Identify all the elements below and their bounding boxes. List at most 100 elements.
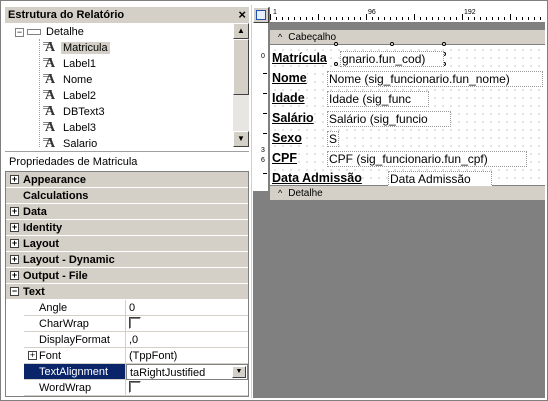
panel-splitter[interactable] [250, 5, 252, 398]
checkbox[interactable] [129, 317, 141, 330]
selection-handle[interactable] [442, 42, 446, 46]
expand-icon[interactable]: + [10, 223, 19, 232]
field-dbtext[interactable]: Nome (sig_funcionario.fun_nome) [327, 71, 543, 87]
ruler-mark: 3 [261, 147, 265, 154]
property-category[interactable]: − Text [6, 284, 248, 300]
property-value[interactable]: 0 [126, 300, 248, 316]
expand-icon[interactable]: + [10, 207, 19, 216]
ruler-tick [510, 14, 511, 20]
field-label[interactable]: Nome [272, 71, 307, 85]
property-value[interactable] [126, 380, 248, 396]
ruler-mark: 0 [261, 53, 265, 60]
collapse-icon[interactable]: − [10, 287, 19, 296]
ruler-tick [540, 17, 541, 20]
scroll-up-icon[interactable]: ▲ [233, 23, 249, 39]
tree-item[interactable]: A Label1 [43, 56, 98, 72]
ruler-tick [276, 17, 277, 20]
ruler-tick [324, 17, 325, 20]
ruler-tick [354, 17, 355, 20]
ruler-tick [426, 17, 427, 20]
tree-item[interactable]: A Salario [43, 136, 99, 147]
property-row[interactable]: Angle 0 [6, 300, 248, 316]
property-name: Angle [24, 300, 126, 316]
field-label[interactable]: Matrícula [272, 51, 327, 65]
tree-item-label: Label3 [63, 122, 97, 134]
expand-icon[interactable]: + [10, 271, 19, 280]
property-category[interactable]: + Data [6, 204, 248, 220]
tree-connector [39, 39, 40, 147]
field-label[interactable]: Sexo [272, 131, 302, 145]
vertical-ruler: 0 3 6 [253, 23, 269, 191]
scroll-down-icon[interactable]: ▼ [233, 131, 249, 147]
close-icon[interactable]: × [238, 7, 246, 22]
field-dbtext[interactable]: S [327, 131, 339, 147]
dropdown-arrow-icon[interactable]: ▼ [232, 366, 246, 378]
property-category[interactable]: + Output - File [6, 268, 248, 284]
ruler-tick [282, 17, 283, 20]
property-row[interactable]: WordWrap [6, 380, 248, 396]
property-name: TextAlignment [24, 364, 126, 380]
ruler-tick [312, 17, 313, 20]
property-category[interactable]: Calculations [6, 188, 248, 204]
tree-node-detalhe[interactable]: Detalhe [27, 24, 86, 40]
ruler-mark: 1 [273, 9, 277, 16]
collapse-icon[interactable]: − [15, 28, 24, 37]
tree-item[interactable]: A DBText3 [43, 104, 107, 120]
property-row[interactable]: TextAlignment taRightJustified ▼ [6, 364, 248, 380]
ruler-tick [300, 17, 301, 20]
field-dbtext[interactable]: CPF (sig_funcionario.fun_cpf) [327, 151, 527, 167]
band-icon [27, 29, 41, 36]
ruler-tick [294, 17, 295, 20]
ruler-tick [432, 17, 433, 20]
field-label[interactable]: Idade [272, 91, 305, 105]
property-category-label: Layout [23, 238, 60, 250]
band-header-cabecalho[interactable]: ^ Cabeçalho [270, 30, 545, 44]
scroll-thumb[interactable] [233, 39, 249, 95]
report-structure-title-text: Estrutura do Relatório [8, 9, 125, 21]
property-row[interactable]: CharWrap [6, 316, 248, 332]
structure-scrollbar[interactable]: ▲ ▼ [233, 23, 249, 147]
ruler-tick [378, 17, 379, 20]
ruler-tick [263, 133, 267, 134]
field-label[interactable]: Salário [272, 111, 314, 125]
field-dbtext[interactable]: Salário (sig_funcio [327, 111, 451, 127]
tree-item[interactable]: A Label3 [43, 120, 98, 136]
ruler-tick [414, 14, 415, 20]
selection-handle[interactable] [334, 62, 338, 66]
property-value[interactable]: taRightJustified ▼ [126, 364, 248, 380]
property-row[interactable]: DisplayFormat ,0 [6, 332, 248, 348]
property-value[interactable]: (TppFont) [126, 348, 248, 364]
selection-handle[interactable] [334, 42, 338, 46]
field-dbtext[interactable]: Idade (sig_func [327, 91, 429, 107]
property-value[interactable] [126, 316, 248, 332]
ruler-tick [318, 14, 319, 20]
ruler-tick [330, 17, 331, 20]
property-name: CharWrap [24, 316, 126, 332]
tree-item[interactable]: A Nome [43, 72, 94, 88]
property-category[interactable]: + Layout [6, 236, 248, 252]
grid-icon [256, 10, 266, 20]
field-dbtext[interactable]: gnario.fun_cod) [340, 51, 444, 67]
checkbox[interactable] [129, 381, 141, 394]
tree-item[interactable]: A Matricula [43, 40, 110, 56]
expand-icon[interactable]: + [10, 175, 19, 184]
expand-icon[interactable]: + [10, 239, 19, 248]
selection-handle[interactable] [390, 42, 394, 46]
field-label[interactable]: Data Admissão [272, 171, 362, 185]
property-category[interactable]: + Identity [6, 220, 248, 236]
property-category[interactable]: + Appearance [6, 172, 248, 188]
property-category[interactable]: + Layout - Dynamic [6, 252, 248, 268]
property-category-label: Text [23, 286, 45, 298]
tree-item[interactable]: A Label2 [43, 88, 98, 104]
band-title: Cabeçalho [288, 32, 337, 43]
band-header-detalhe[interactable]: ^ Detalhe [270, 186, 545, 200]
expand-icon[interactable]: + [28, 351, 37, 360]
detail-band-area[interactable]: gnario.fun_cod) Matrícula Nome (sig_funcio… [270, 42, 545, 187]
field-dbtext[interactable]: Data Admissão [388, 171, 492, 187]
ruler-corner-button[interactable] [253, 7, 269, 23]
field-label[interactable]: CPF [272, 151, 297, 165]
property-row[interactable]: Font + (TppFont) [6, 348, 248, 364]
ruler-tick [342, 17, 343, 20]
expand-icon[interactable]: + [10, 255, 19, 264]
property-value[interactable]: ,0 [126, 332, 248, 348]
